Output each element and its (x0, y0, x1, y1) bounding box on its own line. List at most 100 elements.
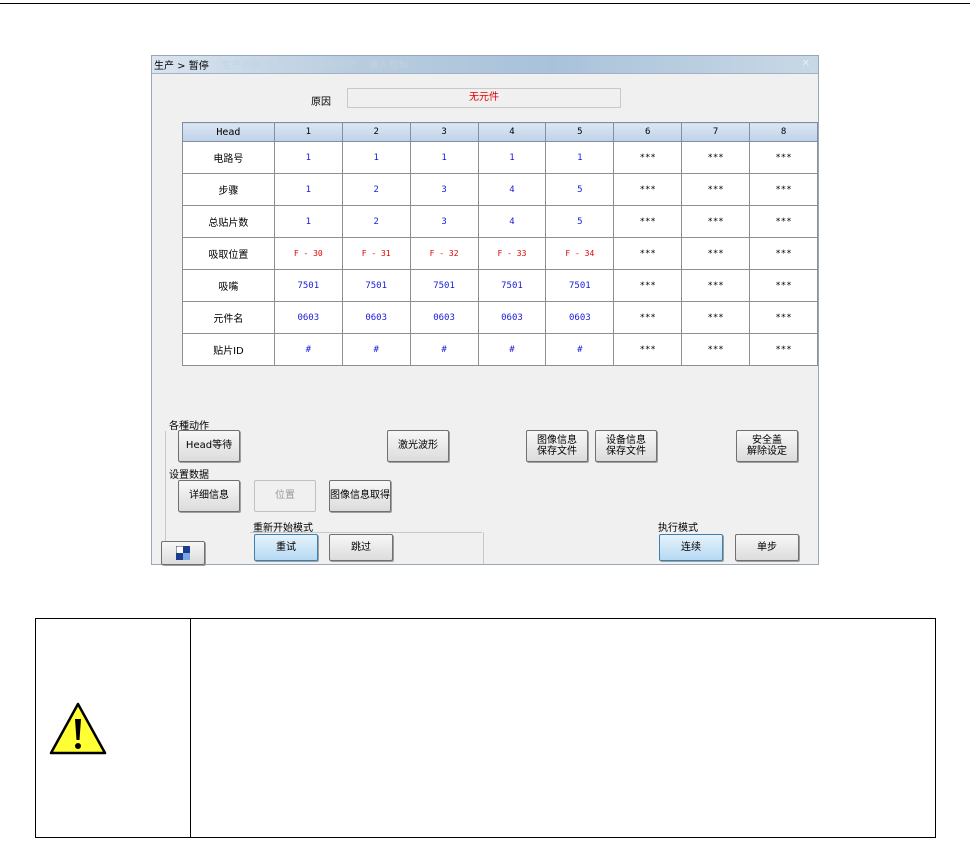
table-row: 元件名 0603 0603 0603 0603 0603 *** *** *** (182, 301, 818, 334)
skip-button[interactable]: 跳过 (329, 534, 393, 561)
settings-group-label: 设置数据 (169, 470, 209, 481)
table-header-row: Head 1 2 3 4 5 6 7 8 (182, 122, 818, 142)
laser-wave-button[interactable]: 激光波形 (387, 430, 449, 462)
row-label: 吸取位置 (182, 237, 275, 270)
position-button[interactable]: 位置 (254, 480, 316, 512)
table-cell: # (409, 333, 479, 366)
dialog-client: 原因 无元件 Head 1 2 3 4 5 6 7 8 电路号 1 1 1 1 1 *** *** *** 步骤 1… (152, 74, 818, 565)
head-status-table: Head 1 2 3 4 5 6 7 8 电路号 1 1 1 1 1 *** *** *** 步骤 1 2 3 4 5 ***… (182, 122, 818, 366)
safety-line2: 解除设定 (747, 446, 787, 457)
table-cell: 1 (341, 141, 411, 174)
table-cell: 7501 (545, 269, 615, 302)
table-cell: 3 (409, 173, 479, 206)
step-button[interactable]: 单步 (735, 534, 799, 561)
retry-label: 重试 (276, 541, 296, 553)
table-cell: *** (613, 173, 683, 206)
header-head-6: 6 (613, 122, 683, 142)
header-head-2: 2 (341, 122, 411, 142)
restart-divider (250, 532, 482, 533)
table-cell: *** (613, 141, 683, 174)
table-cell: *** (749, 269, 818, 302)
step-label: 单步 (757, 541, 777, 553)
table-cell: *** (749, 333, 818, 366)
table-cell: 2 (341, 205, 411, 238)
image-save-line1: 图像信息 (537, 434, 577, 446)
table-cell: 4 (477, 173, 547, 206)
header-head-7: 7 (681, 122, 751, 142)
window-icon-button[interactable] (161, 541, 205, 565)
table-cell: F - 33 (477, 237, 547, 270)
pause-dialog: 生产 > 暂停 生产控制 生产状态 · 操作生产 · 输入控制 ✕ 原因 无元件… (151, 55, 819, 565)
table-cell: 1 (273, 205, 343, 238)
close-icon[interactable]: ✕ (802, 58, 810, 69)
head-wait-button[interactable]: Head等待 (178, 430, 240, 462)
table-cell: F - 32 (409, 237, 479, 270)
table-cell: *** (749, 141, 818, 174)
table-cell: *** (613, 205, 683, 238)
table-cell: 1 (545, 141, 615, 174)
head-wait-label: Head等待 (185, 440, 233, 452)
table-cell: *** (681, 205, 751, 238)
table-cell: # (545, 333, 615, 366)
table-cell: 1 (409, 141, 479, 174)
row-label: 元件名 (182, 301, 275, 334)
table-cell: *** (681, 173, 751, 206)
table-row: 吸取位置 F - 30 F - 31 F - 32 F - 33 F - 34 *** ***… (182, 237, 818, 270)
table-row: 步骤 1 2 3 4 5 *** *** *** (182, 173, 818, 206)
warning-note-box (35, 618, 936, 838)
reason-label: 原因 (311, 97, 331, 108)
title-bar[interactable]: 生产 > 暂停 生产控制 生产状态 · 操作生产 · 输入控制 ✕ (152, 56, 818, 74)
table-cell: # (477, 333, 547, 366)
row-label: 贴片ID (182, 333, 275, 366)
table-cell: 5 (545, 173, 615, 206)
table-cell: 2 (341, 173, 411, 206)
table-cell: # (341, 333, 411, 366)
table-cell: 0603 (477, 301, 547, 334)
window-title: 生产 > 暂停 (154, 61, 209, 72)
table-cell: *** (681, 269, 751, 302)
table-cell: 7501 (341, 269, 411, 302)
table-cell: *** (749, 301, 818, 334)
row-label: 总贴片数 (182, 205, 275, 238)
exec-mode-label: 执行模式 (658, 523, 698, 534)
window-title-ghost: 生产控制 生产状态 · 操作生产 · 输入控制 (222, 61, 410, 71)
image-info-get-button[interactable]: 图像信息取得 (329, 480, 391, 512)
warning-triangle-icon (49, 702, 107, 755)
table-body: 电路号 1 1 1 1 1 *** *** *** 步骤 1 2 3 4 5 *** *** *** 总贴片数 1 2 3… (182, 141, 818, 366)
header-head-4: 4 (477, 122, 547, 142)
row-label: 电路号 (182, 141, 275, 174)
table-row: 吸嘴 7501 7501 7501 7501 7501 *** *** *** (182, 269, 818, 302)
table-cell: *** (613, 269, 683, 302)
table-cell: *** (749, 173, 818, 206)
skip-label: 跳过 (351, 541, 371, 553)
image-info-save-button[interactable]: 图像信息 保存文件 (526, 430, 588, 462)
table-cell: 0603 (409, 301, 479, 334)
table-cell: *** (681, 141, 751, 174)
continuous-button[interactable]: 连续 (659, 534, 723, 561)
device-save-line2: 保存文件 (606, 446, 646, 457)
detail-info-button[interactable]: 详细信息 (178, 480, 240, 512)
safety-cover-release-button[interactable]: 安全盖 解除设定 (736, 430, 798, 462)
window-icon (176, 546, 190, 560)
table-cell: # (273, 333, 343, 366)
section-divider (483, 532, 484, 564)
page-top-rule (0, 3, 970, 4)
table-cell: 3 (409, 205, 479, 238)
table-cell: 7501 (477, 269, 547, 302)
retry-button[interactable]: 重试 (254, 534, 318, 561)
device-info-save-button[interactable]: 设备信息 保存文件 (595, 430, 657, 462)
safety-line1: 安全盖 (752, 434, 782, 446)
table-row: 电路号 1 1 1 1 1 *** *** *** (182, 141, 818, 174)
table-cell: *** (613, 333, 683, 366)
table-cell: 0603 (273, 301, 343, 334)
device-save-line1: 设备信息 (606, 434, 646, 446)
table-cell: *** (681, 237, 751, 270)
table-cell: 1 (273, 173, 343, 206)
header-head-3: 3 (409, 122, 479, 142)
table-cell: *** (681, 333, 751, 366)
table-cell: *** (681, 301, 751, 334)
table-cell: *** (749, 205, 818, 238)
table-cell: 1 (477, 141, 547, 174)
reason-field: 无元件 (347, 88, 621, 108)
table-row: 贴片ID # # # # # *** *** *** (182, 333, 818, 366)
